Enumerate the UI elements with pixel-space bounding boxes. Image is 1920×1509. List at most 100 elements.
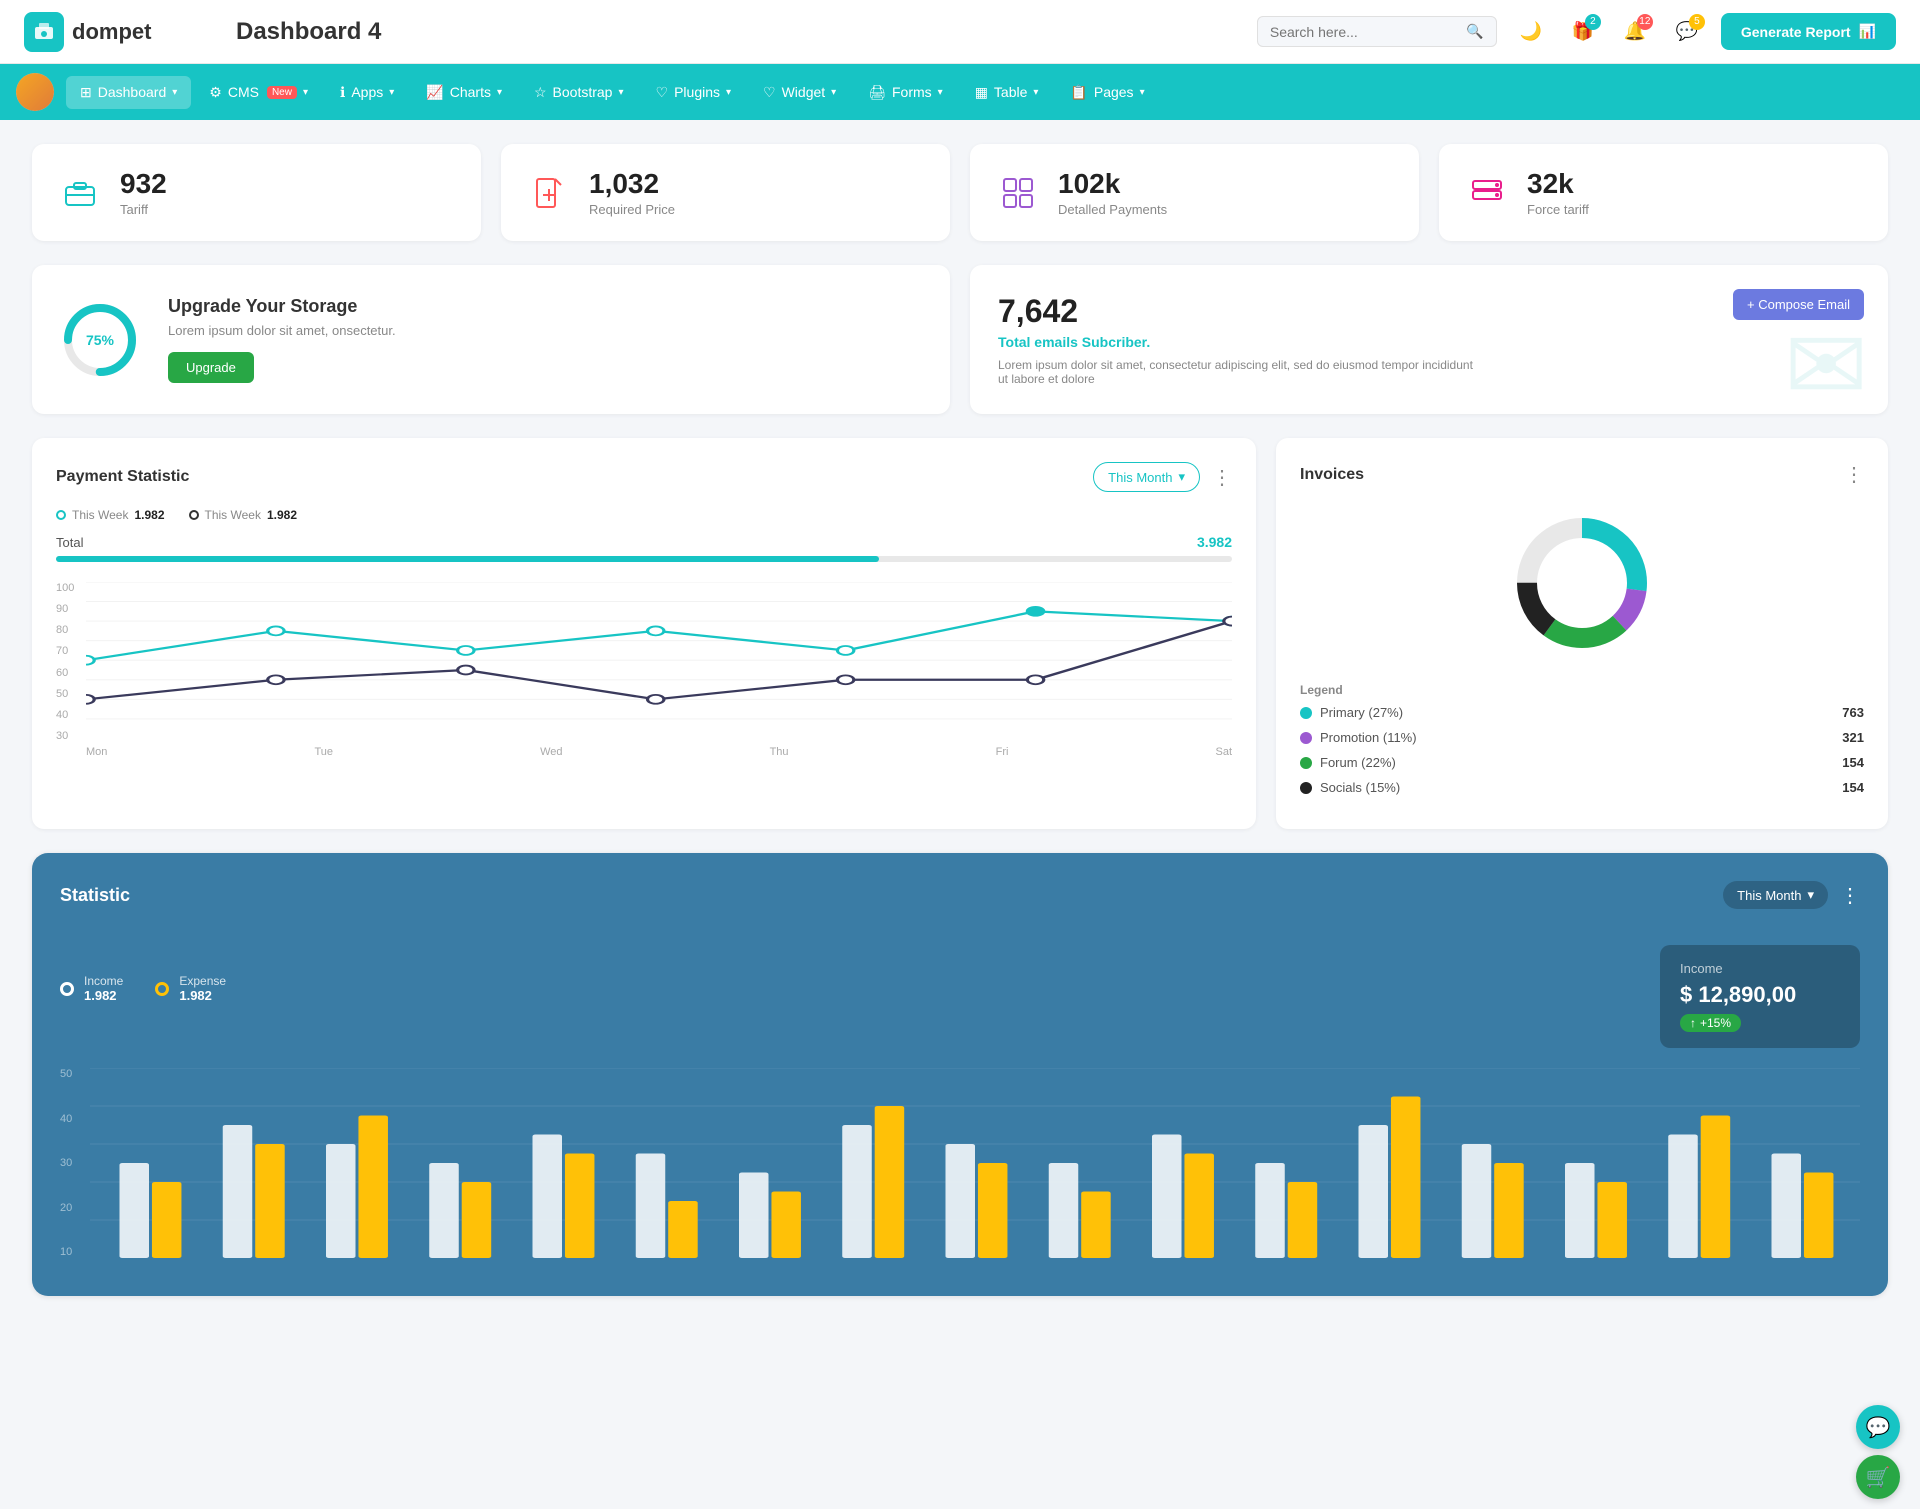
- inv-item-forum: Forum (22%) 154: [1300, 755, 1864, 770]
- inv-item-promo: Promotion (11%) 321: [1300, 730, 1864, 745]
- income-detail-value: $ 12,890,00: [1680, 982, 1840, 1008]
- stat-info-force: 32k Force tariff: [1527, 168, 1589, 217]
- invoices-header: Invoices ⋮: [1300, 462, 1864, 487]
- briefcase-icon: [56, 169, 104, 217]
- file-plus-icon: [525, 169, 573, 217]
- email-desc: Lorem ipsum dolor sit amet, consectetur …: [998, 358, 1478, 386]
- inv-dot-primary: [1300, 707, 1312, 719]
- price-label: Required Price: [589, 202, 675, 217]
- generate-report-button[interactable]: Generate Report 📊: [1721, 13, 1896, 50]
- income-circle: [60, 982, 74, 996]
- inv-item-socials: Socials (15%) 154: [1300, 780, 1864, 795]
- payment-header: Payment Statistic This Month ▾ ⋮: [56, 462, 1232, 492]
- search-icon[interactable]: 🔍: [1466, 23, 1483, 40]
- force-label: Force tariff: [1527, 202, 1589, 217]
- email-card: + Compose Email 7,642 Total emails Subcr…: [970, 265, 1888, 414]
- inv-dot-promo: [1300, 732, 1312, 744]
- statistic-title: Statistic: [60, 885, 130, 906]
- navbar: ⊞ Dashboard ▾ ⚙ CMS New ▾ ℹ Apps ▾ 📈 Cha…: [0, 64, 1920, 120]
- statistic-more-icon[interactable]: ⋮: [1840, 883, 1860, 908]
- nav-dashboard[interactable]: ⊞ Dashboard ▾: [66, 76, 191, 109]
- invoices-more-icon[interactable]: ⋮: [1844, 462, 1864, 487]
- logo-icon: [24, 12, 64, 52]
- inv-legend-left-socials: Socials (15%): [1300, 780, 1400, 795]
- chevron-down-icon-widget: ▾: [831, 87, 836, 98]
- line-chart: 10090807060504030: [56, 582, 1232, 758]
- nav-forms[interactable]: 🖨 Forms ▾: [854, 76, 956, 109]
- search-input[interactable]: [1270, 24, 1459, 40]
- statistic-month-button[interactable]: This Month ▾: [1723, 881, 1828, 909]
- logo-text: dompet: [72, 19, 151, 45]
- expense-circle: [155, 982, 169, 996]
- inv-dot-forum: [1300, 757, 1312, 769]
- email-count: 7,642: [998, 293, 1860, 330]
- bootstrap-icon: ☆: [534, 84, 547, 101]
- nav-pages[interactable]: 📋 Pages ▾: [1056, 76, 1158, 109]
- chevron-down-icon-pages: ▾: [1140, 87, 1145, 98]
- server-icon: [1463, 169, 1511, 217]
- stat-info-price: 1,032 Required Price: [589, 168, 675, 217]
- legend-item-week2: This Week 1.982: [189, 508, 298, 522]
- payment-title: Payment Statistic: [56, 468, 189, 486]
- charts-icon: 📈: [426, 84, 443, 101]
- nav-cms[interactable]: ⚙ CMS New ▾: [195, 76, 322, 109]
- legend-dot-teal: [56, 510, 66, 520]
- invoice-legend: Legend Primary (27%) 763 Promotion (11%)…: [1300, 683, 1864, 795]
- tariff-label: Tariff: [120, 202, 167, 217]
- statistic-header: Statistic This Month ▾ ⋮: [60, 881, 1860, 909]
- stat-card-tariff: 932 Tariff: [32, 144, 481, 241]
- stat-cards-row: 932 Tariff 1,032 Required Price: [32, 144, 1888, 241]
- more-options-icon[interactable]: ⋮: [1212, 465, 1232, 490]
- chevron-down-icon-forms: ▾: [938, 87, 943, 98]
- invoices-title: Invoices: [1300, 466, 1364, 484]
- inv-dot-socials: [1300, 782, 1312, 794]
- this-month-button[interactable]: This Month ▾: [1093, 462, 1200, 492]
- nav-charts[interactable]: 📈 Charts ▾: [412, 76, 516, 109]
- chat-icon[interactable]: 💬 5: [1669, 14, 1705, 50]
- payment-legend: This Week 1.982 This Week 1.982: [56, 508, 1232, 522]
- upgrade-button[interactable]: Upgrade: [168, 352, 254, 383]
- nav-bootstrap[interactable]: ☆ Bootstrap ▾: [520, 76, 638, 109]
- bell-icon[interactable]: 🔔 12: [1617, 14, 1653, 50]
- chevron-down-icon: ▾: [172, 87, 177, 98]
- gift-badge: 2: [1585, 14, 1601, 30]
- gift-icon[interactable]: 🎁 2: [1565, 14, 1601, 50]
- storage-desc: Lorem ipsum dolor sit amet, onsectetur.: [168, 323, 396, 338]
- chevron-down-icon-apps: ▾: [389, 87, 394, 98]
- nav-apps[interactable]: ℹ Apps ▾: [326, 76, 408, 109]
- storage-percent: 75%: [86, 332, 114, 348]
- payments-value: 102k: [1058, 168, 1167, 200]
- legend-title: Legend: [1300, 683, 1864, 697]
- nav-plugins[interactable]: ♡ Plugins ▾: [642, 76, 746, 109]
- income-detail-box: Income $ 12,890,00 ↑ +15%: [1660, 945, 1860, 1048]
- chevron-down-icon-table: ▾: [1033, 87, 1038, 98]
- chevron-down-icon-plugins: ▾: [726, 87, 731, 98]
- envelope-bg-icon: ✉: [1784, 307, 1868, 414]
- income-detail-label: Income: [1680, 961, 1840, 976]
- cart-float-icon: 🛒: [1866, 1465, 1891, 1490]
- bar-chart: 5040302010: [60, 1068, 1860, 1268]
- progress-fill: [56, 556, 879, 562]
- chevron-down-icon-month: ▾: [1178, 469, 1185, 485]
- stat-info-tariff: 932 Tariff: [120, 168, 167, 217]
- total-row: Total 3.982: [56, 534, 1232, 550]
- force-value: 32k: [1527, 168, 1589, 200]
- expense-legend: Expense 1.982: [155, 974, 226, 1003]
- search-box[interactable]: 🔍: [1257, 16, 1497, 47]
- chat-float-button[interactable]: 💬: [1856, 1405, 1900, 1449]
- cart-float-button[interactable]: 🛒: [1856, 1455, 1900, 1499]
- chat-badge: 5: [1689, 14, 1705, 30]
- mid-row: 75% Upgrade Your Storage Lorem ipsum dol…: [32, 265, 1888, 414]
- grid-icon: [994, 169, 1042, 217]
- stat-card-force: 32k Force tariff: [1439, 144, 1888, 241]
- pages-icon: 📋: [1070, 84, 1087, 101]
- moon-icon[interactable]: 🌙: [1513, 14, 1549, 50]
- storage-card: 75% Upgrade Your Storage Lorem ipsum dol…: [32, 265, 950, 414]
- stat-card-price: 1,032 Required Price: [501, 144, 950, 241]
- nav-table[interactable]: ▦ Table ▾: [961, 76, 1053, 109]
- email-label: Total emails Subcriber.: [998, 334, 1860, 350]
- cms-icon: ⚙: [209, 84, 222, 101]
- invoices-card: Invoices ⋮ Legend Prima: [1276, 438, 1888, 829]
- x-axis-labels: MonTueWedThuFriSat: [86, 742, 1232, 758]
- nav-widget[interactable]: ♡ Widget ▾: [749, 76, 850, 109]
